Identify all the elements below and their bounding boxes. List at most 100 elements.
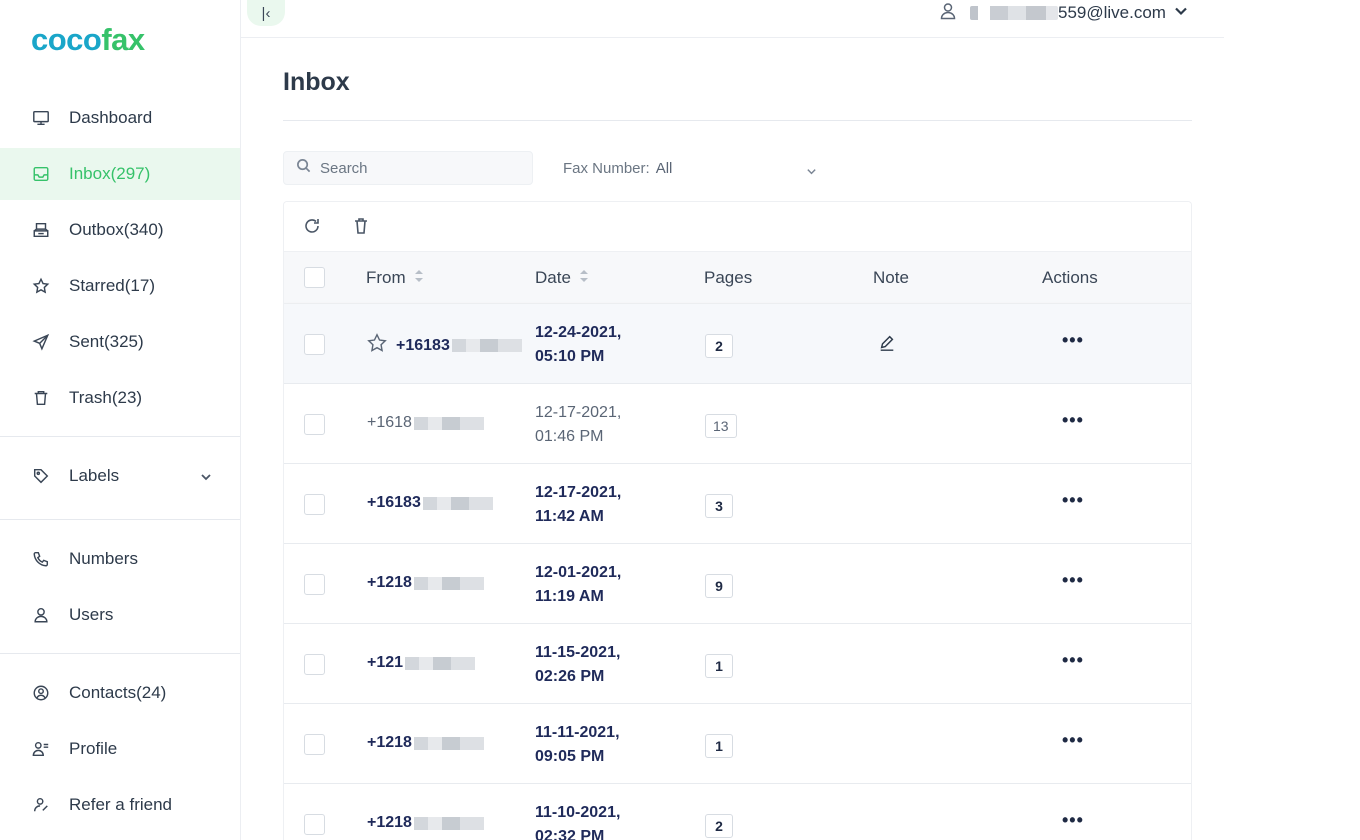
more-actions-button[interactable]: ••• [1062,730,1084,751]
sidebar-item-label: Starred(17) [69,276,155,295]
sidebar-item-starred[interactable]: Starred(17) [0,260,240,312]
select-all-checkbox[interactable] [304,267,325,288]
table-row[interactable]: +16183 12-17-2021, 11:42 AM 3 ••• [284,464,1191,544]
sidebar-item-numbers[interactable]: Numbers [0,533,240,585]
pages-badge: 1 [705,734,733,758]
from-cell: +121 [367,654,476,672]
table-row[interactable]: +16183 12-24-2021, 05:10 PM 2 ••• [284,304,1191,384]
more-actions-button[interactable]: ••• [1062,570,1084,591]
column-date[interactable]: Date [535,268,589,288]
user-menu[interactable]: 559@live.com [938,2,1188,24]
search-box[interactable] [283,151,533,185]
row-checkbox[interactable] [304,414,325,435]
table-row[interactable]: +1618 12-17-2021, 01:46 PM 13 ••• [284,384,1191,464]
pages-badge: 3 [705,494,733,518]
column-note: Note [873,268,909,287]
table-row[interactable]: +1218 11-11-2021, 09:05 PM 1 ••• [284,704,1191,784]
number-redacted [451,339,522,352]
sidebar-item-trash[interactable]: Trash(23) [0,372,240,424]
sidebar-item-sent[interactable]: Sent(325) [0,316,240,368]
date-cell: 11-15-2021, 02:26 PM [535,644,621,685]
table-row[interactable]: +1218 12-01-2021, 11:19 AM 9 ••• [284,544,1191,624]
fax-number-filter[interactable]: Fax Number: All [563,151,823,185]
monitor-icon [30,107,52,129]
more-actions-button[interactable]: ••• [1062,490,1084,511]
column-pages: Pages [704,268,753,287]
sidebar-item-inbox[interactable]: Inbox(297) [0,148,240,200]
tag-icon [30,465,52,487]
sort-icon [406,268,424,288]
collapse-sidebar-button[interactable]: |‹ [247,0,285,26]
sidebar-item-label: Dashboard [69,108,153,127]
refresh-icon[interactable] [302,216,322,236]
collapse-left-icon: |‹ [261,4,271,22]
row-checkbox[interactable] [304,494,325,515]
date-cell: 11-11-2021, 09:05 PM [535,724,620,765]
fax-number-value: All [655,159,673,177]
contact-icon [30,682,52,704]
sidebar-divider [0,436,240,437]
sort-icon [571,268,589,288]
number-redacted [413,416,484,430]
sidebar-item-profile[interactable]: Profile [0,723,240,775]
row-checkbox[interactable] [304,654,325,675]
star-icon [30,275,52,297]
more-actions-button[interactable]: ••• [1062,330,1084,351]
sidebar-item-refer[interactable]: Refer a friend [0,779,240,831]
more-actions-button[interactable]: ••• [1062,810,1084,831]
pages-badge: 1 [705,654,733,678]
pages-badge: 13 [705,414,737,438]
number-redacted [422,496,493,510]
edit-note-icon[interactable] [878,334,896,357]
inbox-table: From Date Pages Note Actions +16183 12-2… [283,201,1192,840]
from-cell: +16183 [367,494,493,512]
phone-icon [30,548,52,570]
send-icon [30,331,52,353]
sidebar-item-label: Labels [69,466,120,485]
date-cell: 12-17-2021, 01:46 PM [535,404,622,445]
sidebar-item-labels[interactable]: Labels [0,450,240,502]
user-email: 559@live.com [1058,3,1166,22]
date-cell: 12-24-2021, 05:10 PM [535,324,622,365]
table-header: From Date Pages Note Actions [284,251,1191,304]
table-row[interactable]: +1218 11-10-2021, 02:32 PM 2 ••• [284,784,1191,840]
sidebar-item-label: Users [69,605,114,624]
sidebar-item-label: Refer a friend [69,795,172,814]
sidebar-item-label: Inbox(297) [69,164,151,183]
sidebar-item-label: Trash(23) [69,388,143,407]
column-from[interactable]: From [366,268,424,288]
number-redacted [413,576,484,590]
sidebar-item-label: Sent(325) [69,332,144,351]
pages-badge: 9 [705,574,733,598]
sidebar-item-outbox[interactable]: Outbox(340) [0,204,240,256]
table-row[interactable]: +121 11-15-2021, 02:26 PM 1 ••• [284,624,1191,704]
star-icon[interactable] [366,332,396,359]
user-icon [938,1,958,26]
sidebar-item-dashboard[interactable]: Dashboard [0,92,240,144]
search-input[interactable] [320,159,520,177]
from-cell: +1218 [367,734,484,752]
sidebar-item-contacts[interactable]: Contacts(24) [0,667,240,719]
more-actions-button[interactable]: ••• [1062,410,1084,431]
sidebar-item-users[interactable]: Users [0,589,240,641]
chevron-down-icon [806,164,817,181]
chevron-down-icon[interactable] [200,468,212,481]
row-checkbox[interactable] [304,734,325,755]
chevron-down-icon[interactable] [1166,3,1188,23]
trash-icon[interactable] [351,216,371,236]
title-divider [283,120,1192,121]
topbar-divider [241,37,1224,38]
number-redacted [413,736,484,750]
row-checkbox[interactable] [304,574,325,595]
row-checkbox[interactable] [304,334,325,355]
pages-badge: 2 [705,814,733,838]
row-checkbox[interactable] [304,814,325,835]
profile-icon [30,738,52,760]
more-actions-button[interactable]: ••• [1062,650,1084,671]
sidebar: cocofax Dashboard Inbox(297) Outbox(340)… [0,0,241,840]
number-redacted [405,656,476,670]
cocofax-logo[interactable]: cocofax [31,22,145,58]
sidebar-divider [0,653,240,654]
sidebar-item-label: Numbers [69,549,138,568]
date-cell: 11-10-2021, 02:32 PM [535,804,621,840]
